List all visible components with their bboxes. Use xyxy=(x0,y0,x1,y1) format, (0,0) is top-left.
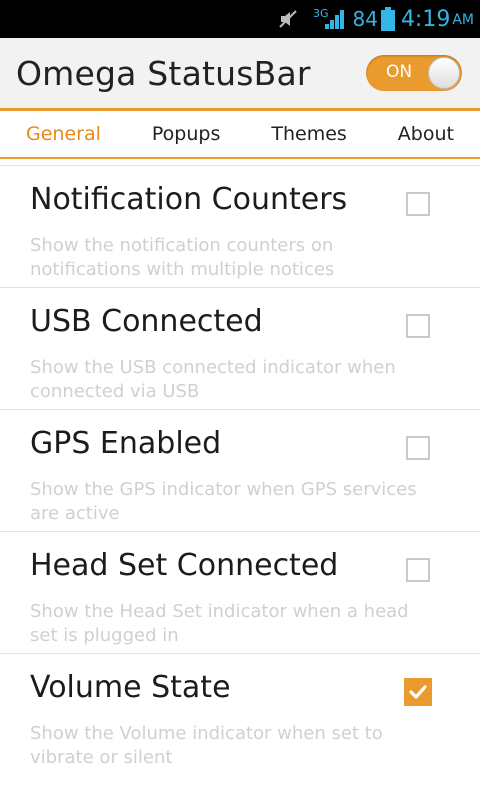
setting-title: Volume State xyxy=(30,670,231,705)
app-title: Omega StatusBar xyxy=(16,53,311,93)
status-bar: 3G 84 4:19 AM xyxy=(0,0,480,38)
head-set-connected-checkbox[interactable] xyxy=(406,558,430,582)
tab-about[interactable]: About xyxy=(398,123,454,145)
setting-notification-counters[interactable]: Notification Counters Show the notificat… xyxy=(0,165,480,287)
signal-icon: 3G xyxy=(312,6,347,30)
master-toggle[interactable]: ON xyxy=(366,55,462,91)
settings-list: Notification Counters Show the notificat… xyxy=(0,159,480,775)
tab-bar: General Popups Themes About xyxy=(0,111,480,157)
setting-volume-state[interactable]: Volume State Show the Volume indicator w… xyxy=(0,653,480,775)
gps-enabled-checkbox[interactable] xyxy=(406,436,430,460)
battery-percent: 84 xyxy=(352,7,378,31)
setting-description: Show the Head Set indicator when a head … xyxy=(30,601,409,646)
tab-themes[interactable]: Themes xyxy=(271,123,346,145)
clock-ampm: AM xyxy=(452,12,474,28)
setting-description: Show the Volume indicator when set to vi… xyxy=(30,723,383,768)
setting-description: Show the GPS indicator when GPS services… xyxy=(30,479,417,524)
tab-popups[interactable]: Popups xyxy=(152,123,220,145)
app-screen: 3G 84 4:19 AM Omega StatusBar ON General… xyxy=(0,0,480,800)
setting-description: Show the USB connected indicator when co… xyxy=(30,357,396,402)
toggle-label: ON xyxy=(386,62,413,82)
tab-general[interactable]: General xyxy=(26,123,101,145)
setting-head-set-connected[interactable]: Head Set Connected Show the Head Set ind… xyxy=(0,531,480,653)
toggle-knob xyxy=(428,57,460,89)
setting-title: Head Set Connected xyxy=(30,548,339,583)
mute-icon xyxy=(277,8,299,30)
title-bar: Omega StatusBar ON xyxy=(0,38,480,108)
setting-description: Show the notification counters on notifi… xyxy=(30,235,335,280)
setting-usb-connected[interactable]: USB Connected Show the USB connected ind… xyxy=(0,287,480,409)
setting-gps-enabled[interactable]: GPS Enabled Show the GPS indicator when … xyxy=(0,409,480,531)
volume-state-checkbox[interactable] xyxy=(404,678,432,706)
clock-time: 4:19 xyxy=(400,6,451,32)
network-type-label: 3G xyxy=(312,6,329,20)
setting-title: GPS Enabled xyxy=(30,426,222,461)
setting-title: USB Connected xyxy=(30,304,263,339)
battery-icon xyxy=(380,7,395,31)
checkmark-icon xyxy=(409,685,427,699)
setting-title: Notification Counters xyxy=(30,182,348,217)
notification-counters-checkbox[interactable] xyxy=(406,192,430,216)
usb-connected-checkbox[interactable] xyxy=(406,314,430,338)
